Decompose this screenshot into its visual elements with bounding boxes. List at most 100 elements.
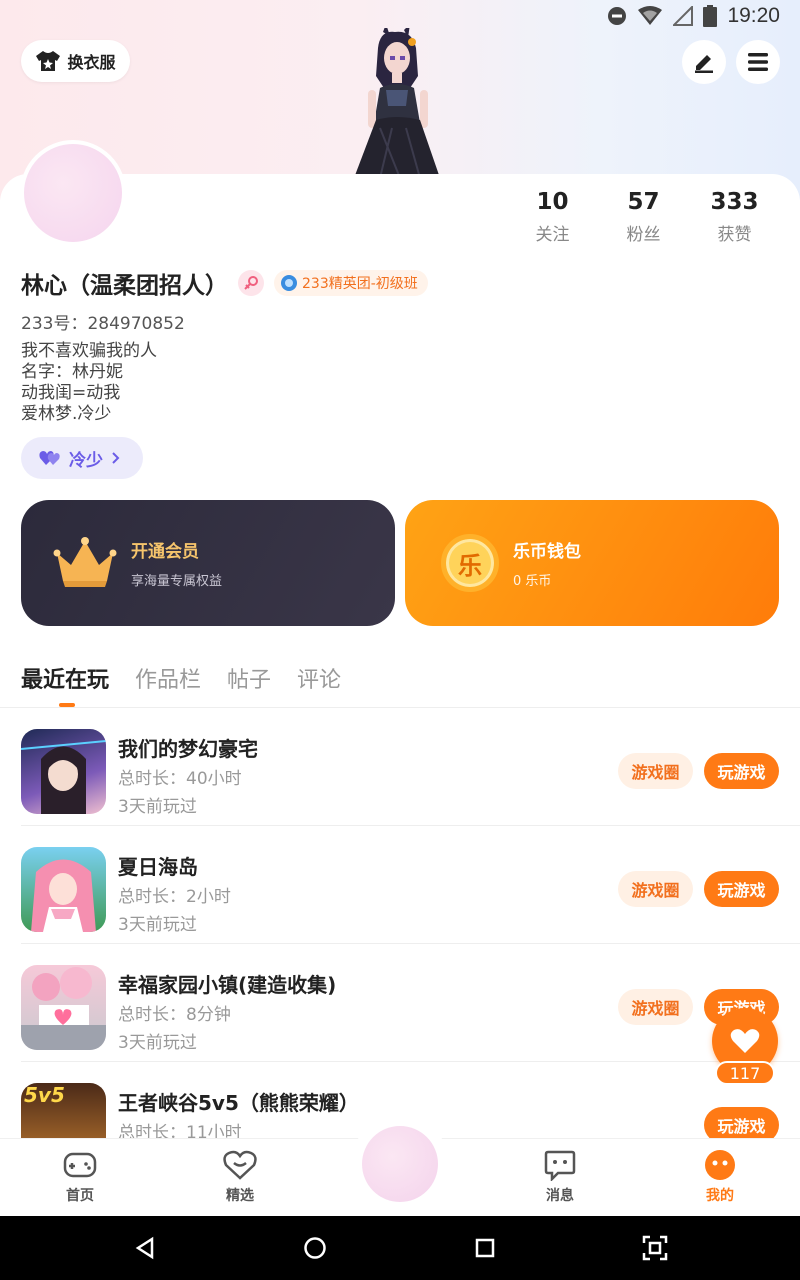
face-icon [705, 1150, 735, 1180]
group-badge-label: 233精英团-初级班 [302, 276, 418, 292]
game-circle-button[interactable]: 游戏圈 [618, 871, 693, 907]
game-icon-text: 5v5 [24, 1083, 65, 1107]
game-total-time: 总时长：40小时 [118, 769, 242, 789]
home-circle-icon [304, 1237, 326, 1259]
chevron-right-icon [112, 452, 120, 464]
status-time: 19:20 [727, 4, 780, 27]
game-row[interactable]: 我们的梦幻豪宅 总时长：40小时 3天前玩过 游戏圈 玩游戏 [0, 708, 800, 826]
game-icon-dream-mansion[interactable] [21, 729, 106, 814]
recents-square-icon [475, 1238, 495, 1258]
game-name: 夏日海岛 [118, 855, 198, 879]
wallet-card-subtitle: 0 乐币 [513, 574, 552, 589]
stat-likes-label: 获赞 [717, 225, 752, 245]
stat-likes[interactable]: 333 获赞 [689, 188, 780, 245]
bio-line: 名字：林丹妮 [21, 362, 123, 382]
menu-button[interactable] [736, 40, 780, 84]
cp-chip-label: 冷少 [69, 450, 103, 471]
wallet-card[interactable]: 乐 乐币钱包 0 乐币 [405, 500, 779, 626]
game-icon-happy-home[interactable] [21, 965, 106, 1050]
game-total-time: 总时长：8分钟 [118, 1005, 231, 1025]
le-coin-icon: 乐 [441, 534, 499, 592]
bio-line: 爱林梦.冷少 [21, 404, 112, 424]
game-total-time: 总时长：2小时 [118, 887, 231, 907]
stat-following-label: 关注 [535, 225, 570, 245]
group-icon [281, 275, 297, 291]
message-icon [544, 1150, 576, 1181]
edit-profile-button[interactable] [682, 40, 726, 84]
game-last-played: 3天前玩过 [118, 1033, 197, 1053]
hamburger-icon [748, 53, 768, 71]
vip-card-subtitle: 享海量专属权益 [131, 574, 223, 589]
change-outfit-label: 换衣服 [67, 53, 116, 72]
vip-card-title: 开通会员 [131, 542, 199, 562]
outfit-icon [36, 51, 61, 71]
bio-line: 我不喜欢骗我的人 [21, 341, 157, 361]
vip-card[interactable]: 开通会员 享海量专属权益 [21, 500, 395, 626]
screenshot-button[interactable] [641, 1234, 669, 1262]
center-avatar-button[interactable] [362, 1126, 438, 1202]
heart-icon [730, 1029, 760, 1053]
group-badge[interactable]: 233精英团-初级班 [274, 270, 428, 296]
name-row: 林心（温柔团招人） 233精英团-初级班 [21, 266, 428, 300]
game-circle-button[interactable]: 游戏圈 [618, 753, 693, 789]
profile-avatar[interactable] [20, 140, 126, 246]
play-game-button[interactable]: 玩游戏 [704, 753, 779, 789]
user-name: 林心（温柔团招人） [21, 273, 228, 299]
game-icon-summer-island[interactable] [21, 847, 106, 932]
wifi-icon [638, 6, 663, 25]
tab-works[interactable]: 作品栏 [135, 662, 201, 694]
avatar-character-figure[interactable] [340, 28, 455, 178]
stat-fans[interactable]: 57 粉丝 [598, 188, 689, 245]
game-row[interactable]: 幸福家园小镇(建造收集) 总时长：8分钟 3天前玩过 游戏圈 玩游戏 [0, 944, 800, 1062]
female-badge [238, 270, 264, 296]
pencil-icon [695, 55, 713, 73]
user-bio: 我不喜欢骗我的人 名字：林丹妮 动我闺=动我 爱林梦.冷少 [21, 341, 157, 425]
screenshot-icon [642, 1235, 668, 1261]
cp-chip[interactable]: 冷少 [21, 437, 143, 479]
nav-featured-label: 精选 [226, 1188, 254, 1204]
back-triangle-icon [135, 1236, 154, 1260]
back-button[interactable] [131, 1234, 159, 1262]
user-id: 233号：284970852 [21, 314, 185, 334]
game-icon-art [21, 967, 106, 1050]
stat-following-value: 10 [536, 189, 569, 215]
game-icon-art [31, 859, 96, 932]
nav-mine[interactable]: 我的 [680, 1147, 760, 1205]
nav-messages[interactable]: 消息 [520, 1147, 600, 1205]
game-circle-button[interactable]: 游戏圈 [618, 989, 693, 1025]
nav-mine-label: 我的 [706, 1188, 734, 1204]
signal-icon [673, 6, 694, 26]
stat-fans-value: 57 [627, 189, 660, 215]
stat-following[interactable]: 10 关注 [507, 188, 598, 245]
home-button[interactable] [301, 1234, 329, 1262]
bio-line: 动我闺=动我 [21, 383, 121, 403]
recents-button[interactable] [471, 1234, 499, 1262]
nav-home-label: 首页 [66, 1188, 94, 1204]
system-navigation-bar [0, 1216, 800, 1280]
heart-chat-icon [223, 1150, 257, 1180]
wallet-card-title: 乐币钱包 [513, 542, 581, 562]
game-row[interactable]: 夏日海岛 总时长：2小时 3天前玩过 游戏圈 玩游戏 [0, 826, 800, 944]
stat-fans-label: 粉丝 [626, 225, 661, 245]
game-name: 王者峡谷5v5（熊熊荣耀） [118, 1091, 359, 1115]
le-coin-glyph: 乐 [458, 551, 482, 580]
stat-likes-value: 333 [710, 189, 759, 215]
change-outfit-button[interactable]: 换衣服 [21, 40, 130, 82]
profile-stats: 10 关注 57 粉丝 333 获赞 [507, 188, 780, 245]
gamepad-icon [63, 1152, 97, 1178]
tab-posts[interactable]: 帖子 [227, 662, 271, 694]
profile-tabs: 最近在玩 作品栏 帖子 评论 [21, 662, 341, 694]
tab-comments[interactable]: 评论 [297, 662, 341, 694]
game-last-played: 3天前玩过 [118, 915, 197, 935]
game-last-played: 3天前玩过 [118, 797, 197, 817]
crown-icon [53, 537, 117, 587]
like-count-badge: 117 [715, 1061, 775, 1085]
play-game-button[interactable]: 玩游戏 [704, 871, 779, 907]
dnd-icon [608, 7, 627, 25]
tab-recent-played[interactable]: 最近在玩 [21, 662, 109, 694]
game-name: 幸福家园小镇(建造收集) [118, 973, 337, 997]
battery-icon [703, 5, 718, 27]
nav-home[interactable]: 首页 [40, 1147, 120, 1205]
female-icon [244, 276, 258, 290]
nav-featured[interactable]: 精选 [200, 1147, 280, 1205]
